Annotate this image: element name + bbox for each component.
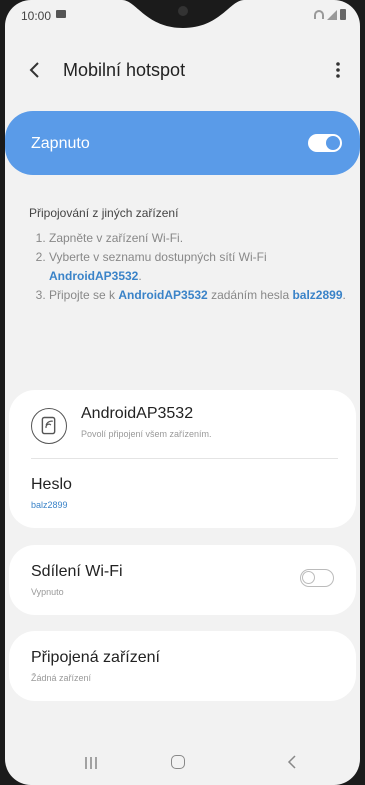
connected-devices-status: Žádná zařízení bbox=[31, 673, 92, 683]
app-header: Mobilní hotspot bbox=[5, 48, 360, 92]
connected-devices-row[interactable]: Připojená zařízení Žádná zařízení bbox=[9, 631, 356, 701]
more-options-icon[interactable] bbox=[330, 58, 346, 82]
ssid-highlight: AndroidAP3532 bbox=[49, 269, 139, 283]
wifi-sharing-toggle[interactable] bbox=[300, 569, 334, 587]
status-icons bbox=[314, 9, 346, 20]
recent-apps-icon[interactable] bbox=[83, 756, 99, 770]
signal-icon bbox=[327, 9, 337, 20]
navigation-bar bbox=[5, 742, 360, 782]
network-name: AndroidAP3532 bbox=[81, 405, 194, 422]
instructions-list: Zapněte v zařízení Wi-Fi. Vyberte v sezn… bbox=[29, 229, 349, 305]
step-text: . bbox=[138, 269, 142, 283]
hotspot-toggle[interactable] bbox=[308, 134, 342, 152]
instruction-step: Připojte se k AndroidAP3532 zadáním hesl… bbox=[49, 286, 349, 305]
master-switch-label: Zapnuto bbox=[31, 135, 90, 152]
ssid-highlight: AndroidAP3532 bbox=[118, 288, 208, 302]
back-arrow-icon[interactable] bbox=[23, 58, 47, 82]
instructions-title: Připojování z jiných zařízení bbox=[29, 206, 179, 220]
step-text: Zapněte v zařízení Wi-Fi. bbox=[49, 231, 184, 245]
divider bbox=[31, 458, 338, 459]
status-time: 10:00 bbox=[21, 9, 52, 23]
password-label: Heslo bbox=[31, 476, 72, 493]
camera-notch bbox=[122, 0, 244, 28]
phone-screen: 10:00 Mobilní hotspot Zapnuto Připojován… bbox=[5, 0, 360, 785]
connection-instructions: Připojování z jiných zařízení Zapněte v … bbox=[29, 206, 349, 305]
network-subtitle: Povolí připojení všem zařízením. bbox=[81, 429, 212, 439]
password-highlight: balz2899 bbox=[292, 288, 343, 302]
nav-back-icon[interactable] bbox=[286, 755, 298, 769]
home-icon[interactable] bbox=[171, 755, 185, 769]
step-text: Vyberte v seznamu dostupných sítí Wi-Fi bbox=[49, 250, 267, 264]
status-bar: 10:00 bbox=[5, 0, 360, 34]
wifi-icon bbox=[314, 10, 324, 19]
message-icon bbox=[56, 10, 66, 18]
hotspot-master-switch[interactable]: Zapnuto bbox=[5, 111, 360, 175]
page-title: Mobilní hotspot bbox=[63, 60, 186, 80]
instruction-step: Vyberte v seznamu dostupných sítí Wi-Fi … bbox=[49, 248, 349, 286]
step-text: . bbox=[342, 288, 346, 302]
wifi-sharing-status: Vypnuto bbox=[31, 587, 64, 597]
step-text: zadáním hesla bbox=[207, 288, 293, 302]
battery-icon bbox=[340, 9, 346, 20]
instruction-step: Zapněte v zařízení Wi-Fi. bbox=[49, 229, 349, 248]
password-value: balz2899 bbox=[31, 500, 68, 510]
wifi-sharing-row[interactable]: Sdílení Wi-Fi Vypnuto bbox=[9, 545, 356, 615]
network-card: AndroidAP3532 Povolí připojení všem zaří… bbox=[9, 390, 356, 528]
hotspot-icon bbox=[31, 408, 67, 444]
step-text: Připojte se k bbox=[49, 288, 119, 302]
connected-devices-title: Připojená zařízení bbox=[31, 649, 160, 666]
toggle-knob bbox=[326, 136, 340, 150]
wifi-sharing-title: Sdílení Wi-Fi bbox=[31, 563, 123, 580]
toggle-knob bbox=[302, 571, 315, 584]
